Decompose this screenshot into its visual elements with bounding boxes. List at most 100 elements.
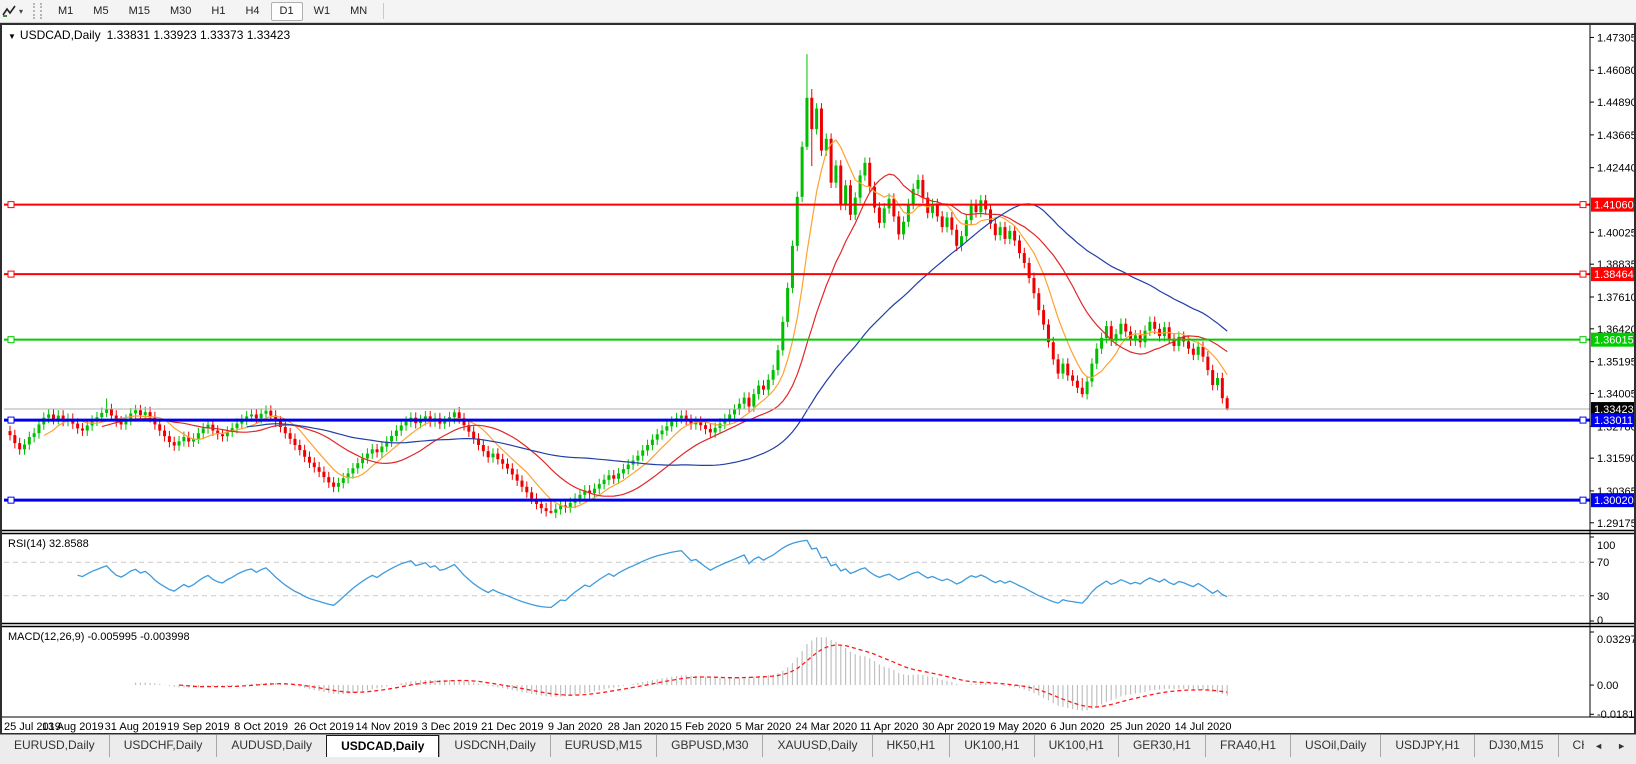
tab-scroll-right-icon[interactable]: ► — [1617, 741, 1626, 751]
svg-text:0: 0 — [1597, 615, 1603, 627]
timeframe-button-m1[interactable]: M1 — [49, 2, 82, 21]
svg-text:1.40025: 1.40025 — [1597, 227, 1634, 239]
timeframe-button-d1[interactable]: D1 — [271, 2, 303, 21]
svg-text:1.34005: 1.34005 — [1597, 388, 1634, 400]
ma-slow-line — [247, 204, 1227, 466]
rsi-line — [78, 540, 1228, 607]
collapse-caret-icon[interactable]: ▼ — [8, 32, 16, 41]
chart-tab-audusd-daily[interactable]: AUDUSD,Daily — [216, 735, 326, 757]
chart-tab-dj30-m15[interactable]: DJ30,M15 — [1474, 735, 1558, 757]
chart-tab-usoil-daily[interactable]: USOil,Daily — [1290, 735, 1380, 757]
rsi-axis: 10070300 — [1590, 537, 1615, 627]
timeframe-button-h4[interactable]: H4 — [236, 2, 268, 21]
svg-text:6 Jun 2020: 6 Jun 2020 — [1050, 721, 1104, 733]
chart-title: ▼ USDCAD,Daily 1.33831 1.33923 1.33373 1.3… — [8, 28, 290, 42]
timeframe-button-mn[interactable]: MN — [341, 2, 376, 21]
svg-text:1.29175: 1.29175 — [1597, 518, 1634, 530]
chart-tab-usdchf-daily[interactable]: USDCHF,Daily — [109, 735, 217, 757]
price-line-badge-1.36015: 1.36015 — [1591, 333, 1634, 347]
price-line-badge-1.33011: 1.33011 — [1591, 413, 1634, 427]
chart-tab-china300-h4[interactable]: CHINA300,H4 — [1558, 735, 1585, 757]
svg-text:26 Oct 2019: 26 Oct 2019 — [294, 721, 354, 733]
svg-text:24 Mar 2020: 24 Mar 2020 — [795, 721, 857, 733]
macd-indicator-label: MACD(12,26,9) -0.005995 -0.003998 — [8, 631, 190, 643]
chart-tab-ger30-h1[interactable]: GER30,H1 — [1118, 735, 1205, 757]
svg-text:3 Dec 2019: 3 Dec 2019 — [421, 721, 477, 733]
chart-window[interactable]: ▼ USDCAD,Daily 1.33831 1.33923 1.33373 1.3… — [0, 23, 1636, 735]
top-toolbar: ▾ M1M5M15M30H1H4D1W1MN — [0, 0, 1636, 23]
timeframe-button-w1[interactable]: W1 — [305, 2, 340, 21]
chart-symbol-label: USDCAD,Daily — [20, 28, 101, 42]
svg-text:1.36015: 1.36015 — [1594, 335, 1634, 347]
svg-text:21 Dec 2019: 21 Dec 2019 — [481, 721, 543, 733]
svg-text:9 Jan 2020: 9 Jan 2020 — [548, 721, 602, 733]
svg-text:1.43665: 1.43665 — [1597, 130, 1634, 142]
chart-tab-usdcad-daily[interactable]: USDCAD,Daily — [326, 735, 439, 757]
svg-text:31 Aug 2019: 31 Aug 2019 — [105, 721, 167, 733]
timeframe-button-m15[interactable]: M15 — [120, 2, 159, 21]
chart-tab-gbpusd-m30[interactable]: GBPUSD,M30 — [656, 735, 762, 757]
chart-tab-uk100-h1[interactable]: UK100,H1 — [1034, 735, 1118, 757]
price-line-badge-1.30020: 1.30020 — [1591, 493, 1634, 507]
svg-text:1.47305: 1.47305 — [1597, 32, 1634, 44]
svg-text:100: 100 — [1597, 540, 1615, 552]
svg-text:19 Sep 2019: 19 Sep 2019 — [167, 721, 229, 733]
price-line-badge-1.41060: 1.41060 — [1591, 198, 1634, 212]
chart-ohlc-values: 1.33831 1.33923 1.33373 1.33423 — [107, 28, 291, 42]
rsi-indicator-label: RSI(14) 32.8588 — [8, 538, 89, 550]
svg-text:1.35195: 1.35195 — [1597, 357, 1634, 369]
svg-text:1.31590: 1.31590 — [1597, 453, 1634, 465]
chart-tabs: EURUSD,DailyUSDCHF,DailyAUDUSD,DailyUSDC… — [0, 735, 1584, 757]
chart-pointer-tool[interactable]: ▾ — [0, 4, 27, 18]
price-line-1.30020[interactable] — [4, 497, 1590, 503]
chart-canvas[interactable]: 1.47305 1.46080 1.44890 1.43665 1.42440 1.400… — [2, 25, 1634, 733]
svg-text:14 Nov 2019: 14 Nov 2019 — [356, 721, 418, 733]
chart-tab-bar: EURUSD,DailyUSDCHF,DailyAUDUSD,DailyUSDC… — [0, 734, 1636, 764]
svg-text:15 Feb 2020: 15 Feb 2020 — [670, 721, 732, 733]
price-line-1.36015[interactable] — [4, 337, 1590, 343]
macd-signal-line — [179, 645, 1227, 707]
dropdown-caret-icon: ▾ — [19, 7, 23, 16]
svg-text:0.032972: 0.032972 — [1597, 634, 1634, 646]
chart-tab-eurusd-m15[interactable]: EURUSD,M15 — [550, 735, 656, 757]
price-line-badge-1.38464: 1.38464 — [1591, 267, 1634, 281]
svg-text:14 Jul 2020: 14 Jul 2020 — [1175, 721, 1232, 733]
svg-text:11 Apr 2020: 11 Apr 2020 — [860, 721, 919, 733]
ma-fast-line — [44, 140, 1227, 508]
svg-text:1.37610: 1.37610 — [1597, 292, 1634, 304]
svg-text:13 Aug 2019: 13 Aug 2019 — [42, 721, 104, 733]
chart-tab-uk100-h1[interactable]: UK100,H1 — [949, 735, 1033, 757]
svg-text:-0.01815: -0.01815 — [1597, 709, 1634, 721]
svg-text:1.41060: 1.41060 — [1594, 200, 1634, 212]
chart-tab-xauusd-daily[interactable]: XAUUSD,Daily — [762, 735, 871, 757]
tab-scroll-controls: ◄ ► — [1584, 735, 1636, 757]
svg-text:1.44890: 1.44890 — [1597, 97, 1634, 109]
svg-text:19 May 2020: 19 May 2020 — [983, 721, 1047, 733]
ma-mid-line — [102, 174, 1227, 496]
tab-scroll-left-icon[interactable]: ◄ — [1594, 741, 1603, 751]
macd-axis: 0.0329720.00-0.01815 — [1590, 632, 1634, 721]
date-axis: 25 Jul 201913 Aug 201931 Aug 201919 Sep … — [4, 721, 1231, 733]
svg-text:1.46080: 1.46080 — [1597, 65, 1634, 77]
chart-tab-hk50-h1[interactable]: HK50,H1 — [872, 735, 950, 757]
toolbar-grip[interactable] — [33, 3, 42, 19]
candlestick-series — [9, 54, 1229, 518]
svg-text:8 Oct 2019: 8 Oct 2019 — [234, 721, 288, 733]
chart-pointer-icon — [2, 4, 16, 18]
timeframe-buttons: M1M5M15M30H1H4D1W1MN — [48, 2, 377, 21]
svg-text:1.42440: 1.42440 — [1597, 163, 1634, 175]
timeframe-button-m30[interactable]: M30 — [161, 2, 200, 21]
svg-text:5 Mar 2020: 5 Mar 2020 — [736, 721, 792, 733]
price-line-1.38464[interactable] — [4, 271, 1590, 277]
svg-text:1.33011: 1.33011 — [1594, 415, 1633, 427]
chart-tab-usdjpy-h1[interactable]: USDJPY,H1 — [1380, 735, 1473, 757]
toolbar-separator — [383, 3, 384, 19]
timeframe-button-h1[interactable]: H1 — [202, 2, 234, 21]
svg-text:30 Apr 2020: 30 Apr 2020 — [922, 721, 981, 733]
timeframe-button-m5[interactable]: M5 — [84, 2, 117, 21]
svg-text:70: 70 — [1597, 557, 1609, 569]
chart-tab-usdcnh-daily[interactable]: USDCNH,Daily — [439, 735, 549, 757]
chart-tab-eurusd-daily[interactable]: EURUSD,Daily — [0, 735, 109, 757]
svg-text:28 Jan 2020: 28 Jan 2020 — [608, 721, 669, 733]
chart-tab-fra40-h1[interactable]: FRA40,H1 — [1205, 735, 1290, 757]
